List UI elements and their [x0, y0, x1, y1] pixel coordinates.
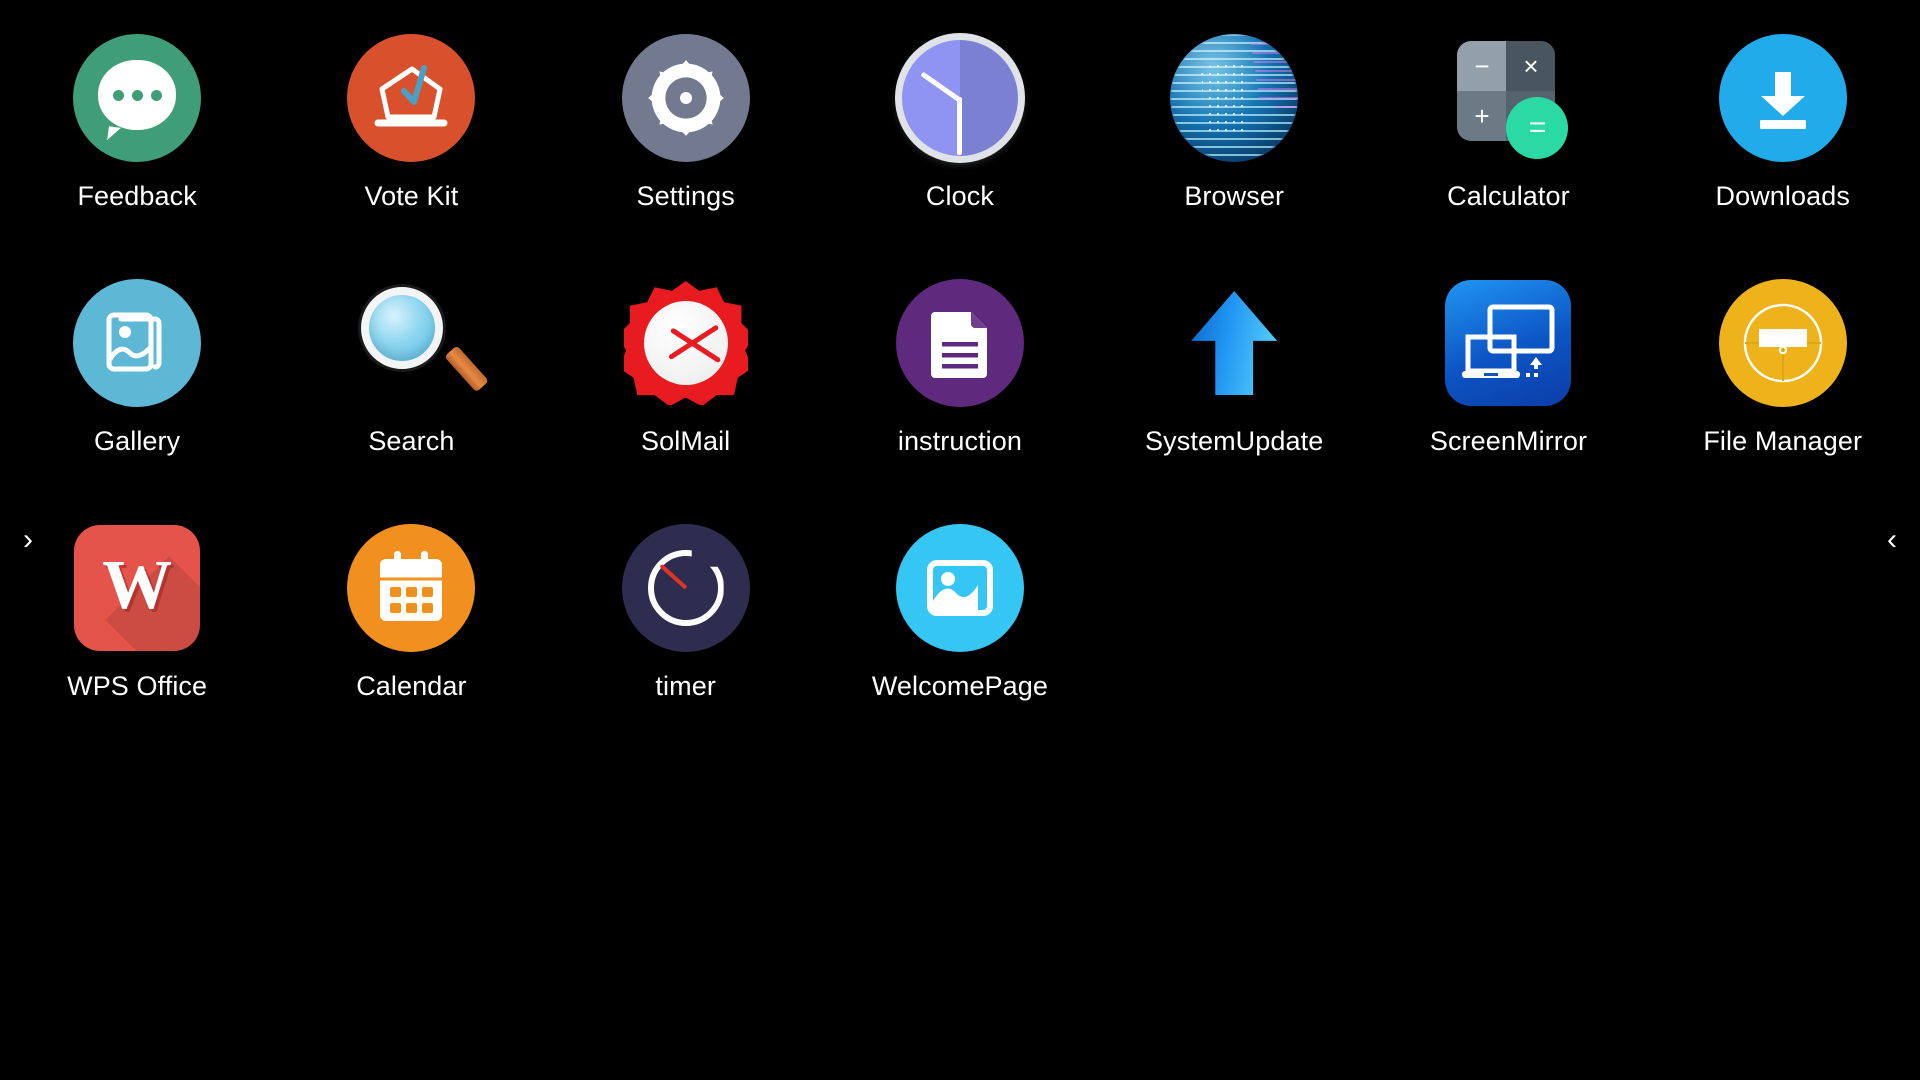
- wps-logo-letter: W: [102, 547, 173, 624]
- app-tile-instruction[interactable]: instruction: [823, 275, 1097, 520]
- app-icon-instruction[interactable]: [892, 275, 1028, 411]
- app-label-welcome-page: WelcomePage: [871, 671, 1049, 701]
- calculator-equals-key: =: [1506, 97, 1569, 159]
- app-icon-file-manager[interactable]: [1715, 275, 1851, 411]
- app-tile-timer[interactable]: timer: [549, 520, 823, 765]
- app-icon-welcome-page[interactable]: [892, 520, 1028, 656]
- ballot-box-icon: [347, 34, 476, 162]
- app-icon-feedback[interactable]: [69, 30, 205, 166]
- analog-clock-icon: [894, 33, 1025, 163]
- picture-icon: [895, 524, 1024, 652]
- app-icon-downloads[interactable]: [1715, 30, 1851, 166]
- app-icon-solmail[interactable]: [618, 275, 754, 411]
- app-icon-browser[interactable]: [1166, 30, 1302, 166]
- app-tile-downloads[interactable]: Downloads: [1646, 30, 1920, 275]
- app-tile-browser[interactable]: Browser: [1097, 30, 1371, 275]
- app-tile-wps-office[interactable]: W WPS Office: [0, 520, 274, 765]
- app-label-downloads: Downloads: [1715, 181, 1850, 211]
- app-tile-vote-kit[interactable]: Vote Kit: [274, 30, 548, 275]
- app-tile-system-update[interactable]: SystemUpdate: [1097, 275, 1371, 520]
- app-label-file-manager: File Manager: [1703, 426, 1863, 456]
- app-icon-clock[interactable]: [892, 30, 1028, 166]
- app-tile-file-manager[interactable]: File Manager: [1646, 275, 1920, 520]
- app-tile-gallery[interactable]: Gallery: [0, 275, 274, 520]
- screen-cast-icon: [1445, 280, 1572, 406]
- app-icon-timer[interactable]: [618, 520, 754, 656]
- app-icon-search[interactable]: [343, 275, 490, 411]
- app-tile-search[interactable]: Search: [274, 275, 548, 520]
- app-label-settings: Settings: [636, 181, 735, 211]
- app-icon-screen-mirror[interactable]: [1440, 275, 1576, 411]
- app-launcher-screen: › ‹ Feedback Vote Kit Settings Clock Bro…: [0, 0, 1920, 1080]
- document-page-icon: [895, 279, 1024, 407]
- app-label-calculator: Calculator: [1447, 181, 1570, 211]
- app-label-wps-office: WPS Office: [67, 671, 208, 701]
- app-label-vote-kit: Vote Kit: [364, 181, 459, 211]
- calculator-plus-key: +: [1457, 91, 1507, 141]
- calculator-minus-key: −: [1457, 41, 1507, 91]
- app-label-gallery: Gallery: [94, 426, 181, 456]
- app-tile-solmail[interactable]: SolMail: [549, 275, 823, 520]
- envelope-burst-icon: [622, 279, 750, 407]
- app-tile-feedback[interactable]: Feedback: [0, 30, 274, 275]
- app-icon-calendar[interactable]: [343, 520, 479, 656]
- app-icon-system-update[interactable]: [1166, 275, 1302, 411]
- magnifier-icon: [347, 279, 490, 407]
- up-arrow-icon: [1170, 279, 1298, 407]
- app-label-calendar: Calendar: [356, 671, 467, 701]
- app-tile-screen-mirror[interactable]: ScreenMirror: [1371, 275, 1645, 520]
- wps-w-icon: W: [74, 525, 201, 651]
- app-tile-welcome-page[interactable]: WelcomePage: [823, 520, 1097, 765]
- calculator-icon: − × + =: [1445, 35, 1571, 161]
- app-tile-clock[interactable]: Clock: [823, 30, 1097, 275]
- app-label-instruction: instruction: [897, 426, 1022, 456]
- app-label-browser: Browser: [1184, 181, 1285, 211]
- app-tile-calculator[interactable]: − × + = Calculator: [1371, 30, 1645, 275]
- app-label-clock: Clock: [925, 181, 994, 211]
- app-icon-gallery[interactable]: [69, 275, 205, 411]
- app-tile-calendar[interactable]: Calendar: [274, 520, 548, 765]
- app-tile-settings[interactable]: Settings: [549, 30, 823, 275]
- app-label-system-update: SystemUpdate: [1145, 426, 1324, 456]
- app-label-solmail: SolMail: [641, 426, 731, 456]
- download-arrow-icon: [1718, 34, 1847, 162]
- calculator-multiply-key: ×: [1506, 41, 1556, 91]
- photos-stack-icon: [73, 279, 202, 407]
- app-icon-wps-office[interactable]: W: [69, 520, 205, 656]
- app-label-search: Search: [368, 426, 455, 456]
- app-icon-settings[interactable]: [618, 30, 754, 166]
- speech-bubble-icon: [73, 34, 202, 162]
- app-label-screen-mirror: ScreenMirror: [1429, 426, 1588, 456]
- calendar-icon: [347, 524, 476, 652]
- globe-icon: [1170, 34, 1299, 162]
- app-label-timer: timer: [655, 671, 716, 701]
- file-cabinet-icon: [1718, 279, 1847, 407]
- app-icon-vote-kit[interactable]: [343, 30, 479, 166]
- timer-dial-icon: [621, 524, 750, 652]
- gear-icon: [621, 34, 750, 162]
- app-grid: Feedback Vote Kit Settings Clock Browser…: [0, 30, 1920, 765]
- app-label-feedback: Feedback: [77, 181, 197, 211]
- app-icon-calculator[interactable]: − × + =: [1440, 30, 1576, 166]
